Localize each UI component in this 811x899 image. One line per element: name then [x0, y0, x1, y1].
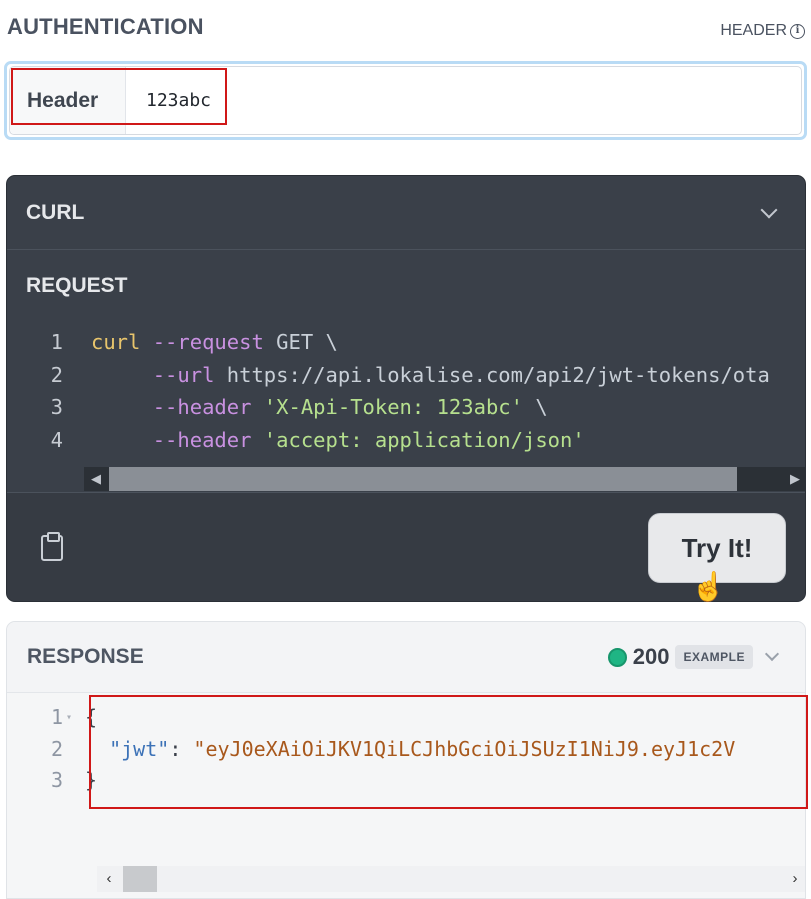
request-horizontal-scrollbar[interactable]: ◀ ▶ [84, 467, 805, 491]
chevron-down-icon[interactable] [764, 646, 780, 662]
chevron-down-icon[interactable] [760, 201, 778, 218]
status-dot-icon [607, 647, 627, 667]
response-horizontal-scrollbar[interactable]: ‹ › [97, 866, 805, 892]
code-token: --url [91, 362, 227, 387]
line-number: 2 [50, 362, 63, 387]
code-token: \ [522, 395, 548, 420]
code-line: 1 curl --request GET \ [7, 326, 805, 359]
curl-panel: CURL REQUEST 1 curl --request GET \ 2 --ur… [6, 175, 806, 602]
curl-header[interactable]: CURL [7, 176, 805, 250]
code-token: --request [152, 330, 277, 354]
auth-type-label[interactable]: HEADER i [720, 22, 805, 40]
hand-cursor-icon: ☝ [691, 571, 726, 602]
line-number: 2 [50, 736, 63, 761]
highlight-box-response [89, 695, 808, 809]
scroll-right-arrow-icon[interactable]: › [783, 866, 805, 892]
clipboard-icon[interactable] [41, 532, 63, 561]
line-number: 4 [50, 428, 63, 453]
code-token: GET \ [276, 330, 338, 354]
status-code: 200 [632, 644, 670, 669]
scrollbar-thumb[interactable] [123, 866, 157, 892]
response-status-selector[interactable]: 200 EXAMPLE [607, 644, 780, 670]
line-number: 3 [50, 395, 63, 420]
fold-arrow-icon [63, 734, 77, 766]
api-reference-page: AUTHENTICATION HEADER i Header 123abc CU… [0, 0, 811, 899]
example-badge: EXAMPLE [675, 645, 753, 669]
code-text: --header 'X-Api-Token: 123abc' \ [63, 391, 548, 424]
response-header: RESPONSE 200 EXAMPLE [7, 622, 805, 693]
curl-footer: Try It! [7, 492, 805, 601]
code-text: --header 'accept: application/json' [63, 424, 585, 457]
auth-type-text: HEADER [720, 22, 787, 39]
scroll-left-arrow-icon[interactable]: ◀ [84, 467, 108, 491]
code-token: 'accept: application/json' [263, 428, 585, 453]
highlight-box-auth [11, 68, 227, 125]
code-text: curl --request GET \ [63, 326, 338, 359]
code-token: 'X-Api-Token: 123abc' [263, 395, 523, 420]
line-number: 3 [50, 768, 63, 792]
request-code-block: 1 curl --request GET \ 2 --url https://api… [7, 326, 805, 457]
scrollbar-thumb[interactable] [109, 467, 737, 491]
response-title: RESPONSE [27, 645, 144, 668]
info-icon[interactable]: i [790, 23, 805, 39]
code-token: --header [91, 395, 264, 420]
line-number: 1 [50, 705, 63, 729]
line-number: 1 [50, 330, 63, 354]
code-line: 3 --header 'X-Api-Token: 123abc' \ [7, 391, 805, 424]
authentication-title: AUTHENTICATION [7, 14, 204, 39]
code-line: 2 --url https://api.lokalise.com/api2/jw… [7, 359, 805, 392]
code-text: --url https://api.lokalise.com/api2/jwt-… [63, 359, 770, 392]
code-line: 4 --header 'accept: application/json' [7, 424, 805, 457]
code-token: --header [91, 428, 264, 453]
code-token: curl [91, 330, 153, 354]
request-title: REQUEST [26, 274, 128, 297]
curl-title: CURL [26, 200, 85, 224]
fold-arrow-icon[interactable]: ▾ [63, 702, 77, 734]
code-token: https://api.lokalise.com/api2/jwt-tokens… [226, 362, 770, 387]
scroll-right-arrow-icon[interactable]: ▶ [783, 467, 805, 491]
fold-arrow-icon [63, 765, 77, 797]
scroll-left-arrow-icon[interactable]: ‹ [97, 866, 121, 892]
